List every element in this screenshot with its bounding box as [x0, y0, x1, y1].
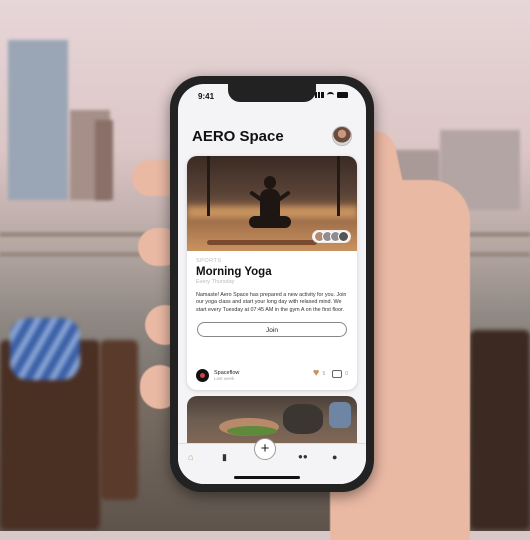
yoga-image: [187, 156, 357, 251]
heart-icon[interactable]: ♥: [313, 368, 320, 379]
card-stats: ♥ 5 0: [313, 368, 348, 379]
card-description: Namaste! Aero Space has prepared a new a…: [196, 292, 347, 313]
posted-time: Last week: [214, 376, 235, 381]
people-icon[interactable]: ●●: [298, 452, 308, 461]
organizer[interactable]: Spaceflow Last week: [196, 369, 239, 382]
comment-icon[interactable]: [332, 369, 343, 378]
status-icons: [315, 92, 348, 98]
bookmark-icon[interactable]: ▮: [222, 452, 227, 463]
comment-count: 0: [345, 370, 348, 377]
status-time: 9:41: [198, 92, 215, 101]
activity-card[interactable]: SPORTS Morning Yoga Every Thursday Namas…: [187, 156, 357, 390]
signal-icon: [315, 92, 324, 98]
avatar[interactable]: [332, 126, 352, 146]
participant-avatar: [338, 231, 349, 242]
notch: [228, 84, 316, 102]
chat-icon[interactable]: ●: [332, 452, 337, 462]
battery-icon: [337, 92, 348, 98]
card-category: SPORTS: [196, 258, 222, 264]
page-title: AERO Space: [192, 128, 284, 145]
wifi-icon: [327, 92, 334, 98]
phone-device: 9:41 AERO Space SPORTS Morning Yoga Ever…: [170, 76, 374, 492]
yoga-figure: [249, 176, 291, 238]
tab-bar: ⌂ ▮ + ●● ●: [178, 438, 366, 484]
phone-screen: 9:41 AERO Space SPORTS Morning Yoga Ever…: [178, 84, 366, 484]
home-icon[interactable]: ⌂: [188, 452, 193, 462]
participants-avatars[interactable]: [312, 230, 351, 243]
home-indicator: [234, 476, 300, 479]
plus-icon[interactable]: +: [254, 438, 276, 460]
like-count: 5: [322, 370, 326, 377]
organizer-logo-icon: [196, 369, 209, 382]
card-title: Morning Yoga: [196, 266, 272, 278]
card-subtitle: Every Thursday: [196, 279, 235, 285]
join-button[interactable]: Join: [197, 322, 347, 338]
